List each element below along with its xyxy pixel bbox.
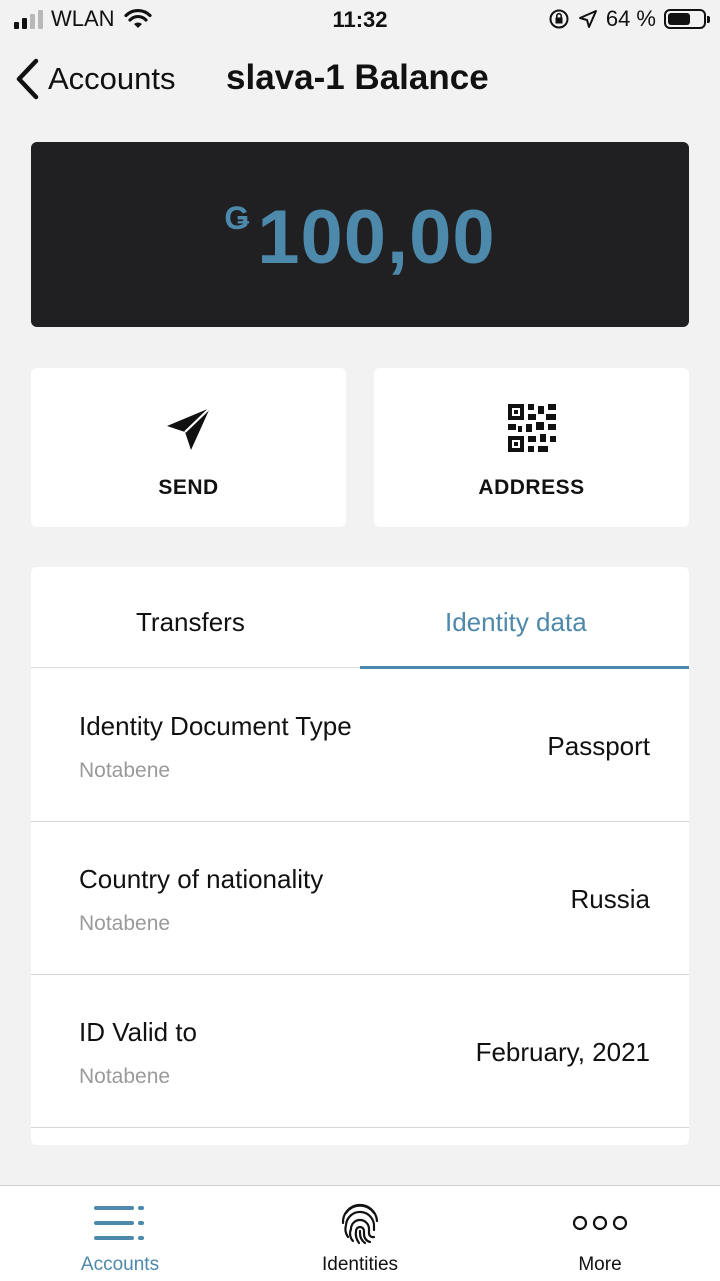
balance-card: Ǥ 100,00 (31, 142, 689, 327)
more-dots-icon (572, 1215, 628, 1231)
tabbar-accounts-label: Accounts (80, 1254, 160, 1275)
tabbar-identities[interactable]: Identities (240, 1186, 480, 1281)
balance-amount: 100,00 (257, 195, 496, 280)
row-title: Country of nationality (79, 864, 324, 894)
bottom-tab-bar: Accounts Identities More (0, 1185, 720, 1281)
currency-symbol: Ǥ (224, 200, 250, 236)
orientation-lock-icon (549, 9, 569, 29)
qr-code-icon (507, 404, 556, 452)
battery-percent: 64 % (605, 6, 656, 31)
status-bar: WLAN 11:32 64 % (0, 0, 720, 40)
location-icon (578, 10, 597, 28)
tabbar-identities-label: Identities (321, 1254, 399, 1275)
accounts-list-icon (94, 1206, 144, 1240)
chevron-left-icon (16, 58, 39, 100)
tabbar-more-label: More (578, 1254, 622, 1275)
battery-icon (664, 9, 710, 29)
back-label: Accounts (48, 61, 176, 96)
address-button[interactable]: ADDRESS (374, 368, 689, 527)
tabbar-accounts[interactable]: Accounts (0, 1186, 240, 1281)
send-label: SEND (158, 476, 219, 499)
tab-identity-data[interactable]: Identity data (445, 607, 587, 638)
identity-row: Country of nationality Notabene Russia (31, 822, 689, 975)
tab-transfers[interactable]: Transfers (136, 607, 245, 638)
fingerprint-icon (341, 1203, 379, 1245)
row-value: February, 2021 (475, 1037, 650, 1067)
row-value: Passport (547, 731, 650, 761)
identity-row: Identity Document Type Notabene Passport (31, 669, 689, 822)
tabbar-more[interactable]: More (480, 1186, 720, 1281)
send-icon (166, 407, 211, 450)
back-button[interactable]: Accounts (14, 58, 176, 100)
address-label: ADDRESS (478, 476, 585, 499)
page-title: slava-1 Balance (226, 58, 489, 97)
tab-bar: Transfers Identity data (31, 567, 689, 669)
row-value: Russia (570, 884, 650, 914)
nav-header: Accounts slava-1 Balance (0, 50, 720, 110)
row-title: ID Valid to (79, 1017, 198, 1047)
row-title: Identity Document Type (79, 711, 352, 741)
row-subtitle: Notabene (79, 1065, 171, 1088)
identity-card: Transfers Identity data Identity Documen… (31, 567, 689, 1145)
send-button[interactable]: SEND (31, 368, 346, 527)
row-subtitle: Notabene (79, 759, 171, 782)
identity-row: ID Valid to Notabene February, 2021 (31, 975, 689, 1128)
row-subtitle: Notabene (79, 912, 171, 935)
